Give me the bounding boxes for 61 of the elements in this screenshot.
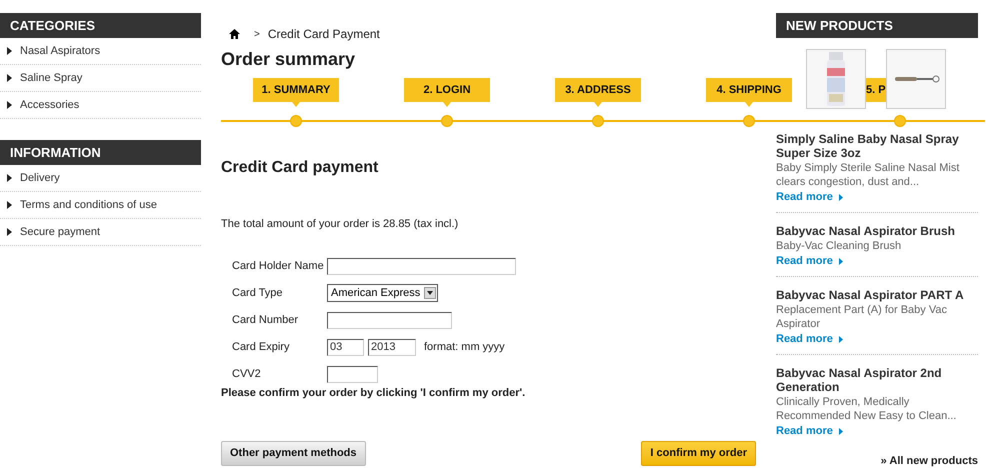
sidebar-header: INFORMATION: [0, 140, 201, 165]
caret-icon: [7, 174, 12, 182]
caret-icon: [7, 228, 12, 236]
product-description: Baby Simply Sterile Saline Nasal Mist clears congestion, dust and...: [776, 161, 960, 189]
other-payment-methods-button[interactable]: Other payment methods: [221, 441, 366, 466]
step-label: 1. SUMMARY: [253, 78, 339, 102]
field-label: Card Expiry: [231, 340, 290, 355]
read-more-link[interactable]: Read more: [776, 254, 978, 268]
product-description: Clinically Proven, Medically Recommended New Easy to Clean...: [776, 395, 958, 423]
sidebar-link[interactable]: Accessories: [20, 96, 80, 114]
all-new-products-link[interactable]: » All new products: [880, 453, 978, 470]
step-label: 4. SHIPPING: [706, 78, 792, 102]
field-label: CVV2: [231, 366, 262, 382]
step-pointer: [745, 102, 753, 107]
caret-icon: [7, 74, 12, 82]
page-heading: Order summary: [221, 48, 356, 70]
product-description: Baby-Vac Cleaning Brush: [776, 239, 902, 253]
section-title: Credit Card payment: [221, 158, 380, 178]
caret-icon: [7, 101, 12, 109]
text-field[interactable]: [327, 312, 452, 328]
caret-icon: [7, 47, 12, 55]
product-title[interactable]: Simply Saline Baby Nasal Spray Super Size 3oz: [776, 132, 978, 160]
caret-icon: [7, 201, 12, 209]
sidebar-link[interactable]: Terms and conditions of use: [20, 196, 157, 214]
read-more-link[interactable]: Read more: [776, 424, 978, 438]
text-field[interactable]: [327, 366, 378, 382]
caret-icon: [838, 336, 843, 342]
step-pointer: [594, 102, 602, 107]
sidebar-header: CATEGORIES: [0, 13, 201, 38]
step-label: 3. ADDRESS: [555, 78, 641, 102]
sidebar-link[interactable]: Nasal Aspirators: [20, 42, 100, 60]
breadcrumb-separator: >: [254, 28, 260, 42]
confirm-note: Please confirm your order by clicking 'I confirm my order'.: [221, 386, 526, 400]
breadcrumb-current: Credit Card Payment: [268, 26, 380, 43]
product-title[interactable]: Babyvac Nasal Aspirator 2nd Generation: [776, 366, 978, 394]
caret-icon: [838, 258, 843, 264]
expiry-year-field[interactable]: 2013: [368, 338, 416, 356]
card-type-dropdown[interactable]: American Express: [327, 284, 438, 302]
read-more-link[interactable]: Read more: [776, 332, 978, 346]
text-field[interactable]: [327, 258, 516, 274]
new-products-header: NEW PRODUCTS: [776, 13, 978, 38]
sidebar-link[interactable]: Saline Spray: [20, 70, 82, 86]
expiry-month-field[interactable]: 03: [327, 338, 364, 356]
step-label: 2. LOGIN: [404, 78, 490, 102]
sidebar-link[interactable]: Delivery: [20, 170, 60, 186]
step-pointer: [292, 102, 300, 107]
field-label: Card Type: [231, 286, 284, 301]
field-label: Card Number: [231, 312, 300, 328]
caret-icon: [838, 428, 843, 434]
format-hint: format: mm yyyy: [424, 340, 505, 355]
product-title[interactable]: Babyvac Nasal Aspirator PART A: [776, 288, 978, 302]
step-pointer: [443, 102, 451, 107]
order-total-text: The total amount of your order is 28.85 (tax incl.): [221, 217, 460, 232]
product-description: Replacement Part (A) for Baby Vac Aspirator: [776, 303, 948, 331]
field-label: Card Holder Name: [231, 258, 325, 274]
read-more-link[interactable]: Read more: [776, 190, 978, 204]
confirm-order-button[interactable]: I confirm my order: [641, 441, 756, 466]
product-title[interactable]: Babyvac Nasal Aspirator Brush: [776, 224, 978, 238]
home-icon[interactable]: [229, 29, 240, 39]
sidebar-link[interactable]: Secure payment: [20, 224, 100, 240]
caret-icon: [838, 194, 843, 200]
